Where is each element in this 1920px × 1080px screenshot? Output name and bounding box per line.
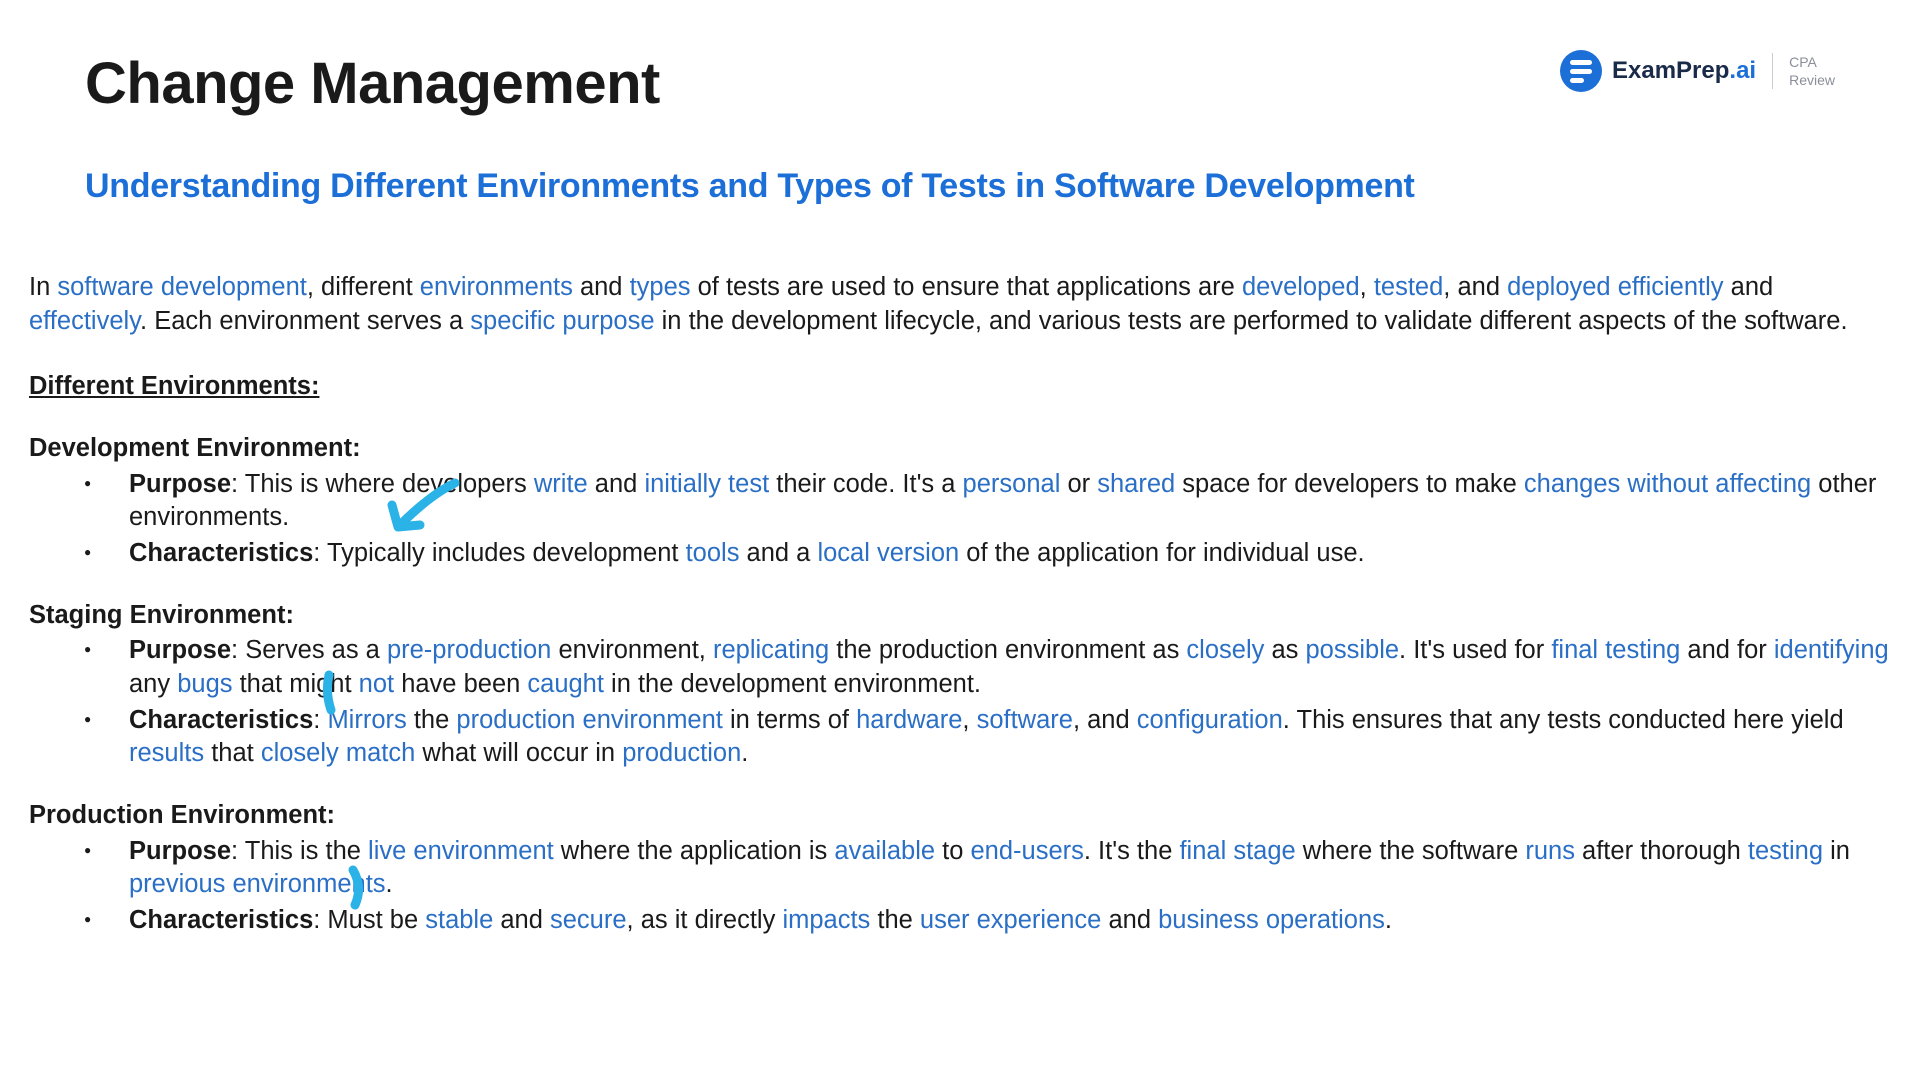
production-env-list: Purpose: This is the live environment wh… [29,835,1891,938]
brand-logo: ExamPrep.ai CPA Review [1560,50,1835,92]
list-item: Purpose: This is where developers write … [29,468,1891,535]
staging-env-list: Purpose: Serves as a pre-production envi… [29,634,1891,771]
section-subtitle: Understanding Different Environments and… [25,117,1895,206]
intro-paragraph: In software development, different envir… [29,271,1891,338]
page-title: Change Management [85,50,660,117]
content-body: In software development, different envir… [25,206,1895,938]
logo-subtitle: CPA Review [1789,53,1835,89]
list-item: Purpose: Serves as a pre-production envi… [29,634,1891,701]
header: Change Management ExamPrep.ai CPA Review [25,40,1895,117]
list-item: Characteristics: Must be stable and secu… [29,904,1891,938]
list-item: Characteristics: Mirrors the production … [29,704,1891,771]
logo-divider [1772,53,1773,89]
list-item: Purpose: This is the live environment wh… [29,835,1891,902]
staging-env-title: Staging Environment: [29,599,1891,633]
development-env-list: Purpose: This is where developers write … [29,468,1891,571]
list-item: Characteristics: Typically includes deve… [29,537,1891,571]
production-env-title: Production Environment: [29,799,1891,833]
logo-text: ExamPrep.ai [1612,57,1756,85]
development-env-title: Development Environment: [29,432,1891,466]
environments-heading: Different Environments: [29,370,1891,404]
logo-icon [1560,50,1602,92]
